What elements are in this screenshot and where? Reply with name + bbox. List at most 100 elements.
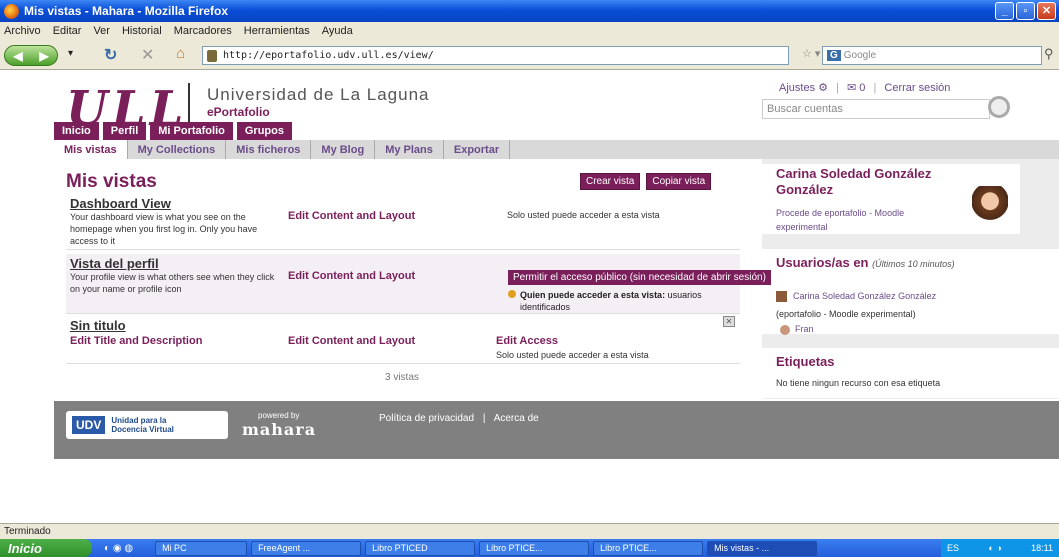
subtab-mis-vistas[interactable]: Mis vistas bbox=[54, 140, 128, 159]
subtab-plans[interactable]: My Plans bbox=[375, 140, 444, 159]
online-user-1[interactable]: Carina Soledad González González bbox=[776, 291, 936, 303]
tags-block: Etiquetas No tiene ningun recurso con es… bbox=[762, 348, 1059, 398]
view-title-link[interactable]: Sin titulo bbox=[70, 318, 126, 333]
access-info: Quien puede acceder a esta vista: usuari… bbox=[520, 289, 710, 313]
browser-search-placeholder: Google bbox=[843, 50, 877, 61]
logo-divider bbox=[188, 83, 190, 125]
about-link[interactable]: Acerca de bbox=[494, 413, 539, 424]
edit-access-link[interactable]: Edit Access bbox=[496, 335, 558, 347]
tab-grupos[interactable]: Grupos bbox=[236, 122, 292, 140]
edit-layout-link[interactable]: Edit Content and Layout bbox=[288, 335, 415, 347]
online-user-name[interactable]: Carina Soledad González González bbox=[793, 291, 936, 301]
home-icon[interactable]: ⌂ bbox=[176, 45, 185, 62]
menu-archivo[interactable]: Archivo bbox=[4, 25, 41, 37]
footer: UDV Unidad para la Docencia Virtual power… bbox=[54, 401, 1059, 459]
search-go-icon[interactable]: ⚲ bbox=[1044, 46, 1054, 62]
search-input[interactable]: Buscar cuentas bbox=[762, 99, 990, 119]
create-view-button[interactable]: Crear vista bbox=[580, 173, 641, 190]
dropdown-icon[interactable]: ▾ bbox=[68, 48, 73, 59]
firefox-icon bbox=[4, 3, 19, 19]
logout-link[interactable]: Cerrar sesión bbox=[884, 82, 950, 94]
search-icon[interactable] bbox=[988, 96, 1010, 118]
settings-link[interactable]: Ajustes bbox=[779, 82, 815, 94]
online-subtitle: (Últimos 10 minutos) bbox=[872, 259, 955, 269]
minimize-button[interactable]: _ bbox=[995, 2, 1014, 20]
task-libro-3[interactable]: Libro PTICE... bbox=[593, 540, 704, 556]
title-bar: Mis vistas - Mahara - Mozilla Firefox _ … bbox=[0, 0, 1059, 22]
task-libro-2[interactable]: Libro PTICE... bbox=[479, 540, 590, 556]
maximize-button[interactable]: ▫ bbox=[1016, 2, 1035, 20]
udv-logo[interactable]: UDV Unidad para la Docencia Virtual bbox=[66, 411, 228, 439]
menu-editar[interactable]: Editar bbox=[53, 25, 82, 37]
footer-links: Política de privacidad | Acerca de bbox=[379, 413, 539, 424]
online-user-2[interactable]: Fran bbox=[780, 324, 814, 335]
forward-icon[interactable]: ▶ bbox=[39, 49, 48, 63]
url-bar[interactable]: http://eportafolio.udv.ull.es/view/ bbox=[202, 46, 789, 65]
university-name: Universidad de La Laguna bbox=[207, 85, 430, 104]
bookmark-star-icon[interactable]: ☆ ▾ bbox=[802, 47, 820, 60]
status-bar: Terminado bbox=[0, 523, 1059, 539]
subtab-exportar[interactable]: Exportar bbox=[444, 140, 511, 159]
key-icon bbox=[508, 290, 516, 298]
menu-marcadores[interactable]: Marcadores bbox=[174, 25, 232, 37]
edit-layout-link[interactable]: Edit Content and Layout bbox=[288, 270, 415, 282]
start-button[interactable]: Inicio bbox=[0, 539, 92, 557]
task-freeagent[interactable]: FreeAgent ... bbox=[251, 540, 362, 556]
sub-tabs: Mis vistas My Collections Mis ficheros M… bbox=[54, 140, 1059, 159]
browser-search-field[interactable]: G Google bbox=[822, 46, 1042, 65]
udv-line-2: Docencia Virtual bbox=[111, 425, 174, 434]
close-button[interactable]: ✕ bbox=[1037, 2, 1056, 20]
menu-ver[interactable]: Ver bbox=[93, 25, 110, 37]
subtab-collections[interactable]: My Collections bbox=[128, 140, 227, 159]
tab-inicio[interactable]: Inicio bbox=[54, 122, 99, 140]
mahara-logo[interactable]: powered by mahara bbox=[242, 411, 316, 439]
quick-launch-icons[interactable]: ◐ ◉ ◍ bbox=[104, 543, 133, 554]
privacy-link[interactable]: Política de privacidad bbox=[379, 413, 474, 424]
system-tray: ES ◐ ◑ 18:11 bbox=[941, 539, 1059, 557]
subtab-ficheros[interactable]: Mis ficheros bbox=[226, 140, 312, 159]
google-icon[interactable]: G bbox=[827, 50, 841, 61]
back-forward-buttons[interactable]: ◀ ▶ bbox=[4, 45, 58, 66]
online-user-name[interactable]: Fran bbox=[795, 324, 814, 334]
reload-icon[interactable]: ↻ bbox=[104, 45, 117, 65]
copy-view-button[interactable]: Copiar vista bbox=[646, 173, 712, 190]
menu-ayuda[interactable]: Ayuda bbox=[322, 25, 353, 37]
subtab-blog[interactable]: My Blog bbox=[311, 140, 376, 159]
tab-perfil[interactable]: Perfil bbox=[102, 122, 147, 140]
firefox-window: Mis vistas - Mahara - Mozilla Firefox _ … bbox=[0, 0, 1059, 557]
edit-title-link[interactable]: Edit Title and Description bbox=[70, 335, 202, 347]
access-text: Solo usted puede acceder a esta vista bbox=[507, 210, 660, 220]
task-mi-pc[interactable]: Mi PC bbox=[155, 540, 248, 556]
menu-historial[interactable]: Historial bbox=[122, 25, 162, 37]
mail-icon[interactable]: ✉ bbox=[847, 82, 856, 94]
edit-layout-link[interactable]: Edit Content and Layout bbox=[288, 210, 415, 222]
task-libro-1[interactable]: Libro PTICED bbox=[365, 540, 476, 556]
language-indicator[interactable]: ES bbox=[947, 543, 959, 553]
udv-line-1: Unidad para la bbox=[111, 416, 167, 425]
mahara-name: mahara bbox=[242, 420, 317, 439]
navigation-toolbar: ◀ ▶ ▾ ↻ ✕ ⌂ http://eportafolio.udv.ull.e… bbox=[0, 40, 1059, 70]
site-identity-icon[interactable] bbox=[207, 49, 217, 62]
view-row-untitled: Sin titulo Edit Title and Description Ed… bbox=[66, 316, 740, 364]
view-description: Your profile view is what others see whe… bbox=[70, 272, 275, 294]
messages-count[interactable]: 0 bbox=[859, 82, 865, 94]
view-title-link[interactable]: Vista del perfil bbox=[70, 256, 159, 271]
back-icon[interactable]: ◀ bbox=[13, 49, 22, 63]
main-tabs: Inicio Perfil Mi Portafolio Grupos bbox=[54, 122, 292, 140]
delete-view-icon[interactable]: ✕ bbox=[723, 316, 735, 327]
task-mis-vistas[interactable]: Mis vistas - ... bbox=[707, 540, 818, 556]
menu-herramientas[interactable]: Herramientas bbox=[244, 25, 310, 37]
tab-mi-portafolio[interactable]: Mi Portafolio bbox=[150, 122, 233, 140]
profile-name-link[interactable]: Carina Soledad González González bbox=[762, 164, 962, 198]
window-title: Mis vistas - Mahara - Mozilla Firefox bbox=[24, 4, 229, 18]
stop-icon[interactable]: ✕ bbox=[141, 45, 154, 65]
tray-icons[interactable]: ◐ ◑ bbox=[988, 543, 1001, 553]
tags-title: Etiquetas bbox=[776, 354, 835, 369]
avatar[interactable] bbox=[972, 186, 1008, 226]
url-text[interactable]: http://eportafolio.udv.ull.es/view/ bbox=[223, 50, 434, 61]
tags-text: No tiene ningun recurso con esa etiqueta bbox=[776, 378, 941, 388]
view-title-link[interactable]: Dashboard View bbox=[70, 196, 171, 211]
public-access-button[interactable]: Permitir el acceso público (sin necesida… bbox=[508, 270, 771, 285]
gear-icon[interactable]: ⚙ bbox=[818, 82, 828, 94]
menu-bar: Archivo Editar Ver Historial Marcadores … bbox=[0, 22, 1059, 40]
